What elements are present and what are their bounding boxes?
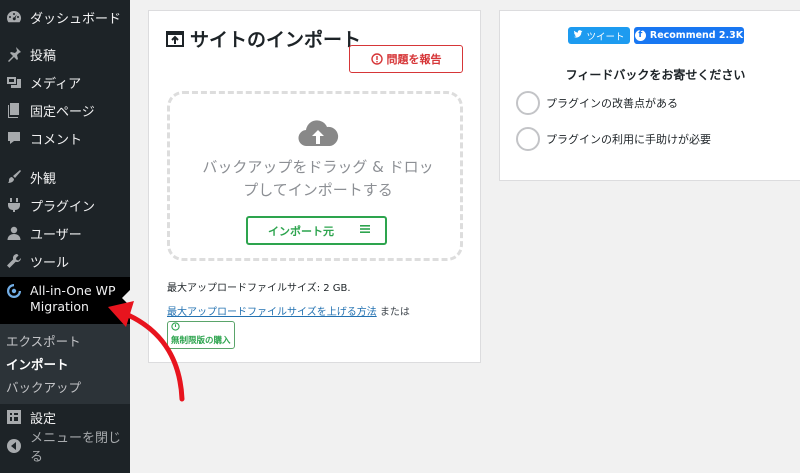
settings-icon <box>6 409 22 425</box>
page-title-text: サイトのインポート <box>190 29 362 51</box>
max-upload-size: 最大アップロードファイルサイズ: 2 GB. <box>167 283 351 294</box>
user-icon <box>6 225 22 241</box>
sidebar-item-all-in-one-wp-migration[interactable]: All-in-One WP Migration <box>0 277 130 325</box>
comment-icon <box>6 130 22 146</box>
submenu-item-backup[interactable]: バックアップ <box>6 377 81 396</box>
sidebar-item-appearance[interactable]: 外観 <box>0 163 130 191</box>
sidebar-item-label: 投稿 <box>30 48 57 64</box>
dashboard-icon <box>6 9 22 25</box>
wrench-icon <box>6 253 22 269</box>
feedback-panel: ツイート f Recommend 2.3K フィードバックをお寄せください プラ… <box>499 10 800 181</box>
sidebar-item-label: 固定ページ <box>30 104 95 120</box>
tweet-button[interactable]: ツイート <box>568 27 630 44</box>
sidebar-item-pages[interactable]: 固定ページ <box>0 96 130 124</box>
clock-icon <box>171 322 180 331</box>
feedback-option-help[interactable]: プラグインの利用に手助けが必要 <box>516 127 711 151</box>
sidebar-item-comments[interactable]: コメント <box>0 124 130 152</box>
sidebar-item-label: ダッシュボード <box>30 11 122 27</box>
sidebar-item-posts[interactable]: 投稿 <box>0 40 130 68</box>
alert-icon <box>370 53 383 65</box>
import-from-button[interactable]: インポート元 <box>246 216 387 245</box>
sidebar-item-users[interactable]: ユーザー <box>0 219 130 247</box>
admin-sidebar: ダッシュボード 投稿 メディア 固定ページ コメント 外観 プラグイン ユーザー… <box>0 0 130 473</box>
sidebar-item-label: All-in-One WP Migration <box>30 283 116 314</box>
pushpin-icon <box>6 46 22 62</box>
sidebar-item-label: メニューを閉じる <box>30 431 122 465</box>
feedback-title: フィードバックをお寄せください <box>565 68 746 82</box>
report-problem-button[interactable]: 問題を報告 <box>349 45 463 73</box>
sidebar-item-plugins[interactable]: プラグイン <box>0 191 130 219</box>
submenu: エクスポート インポート バックアップ <box>0 324 130 404</box>
collapse-arrow-icon <box>6 438 22 454</box>
radio-button[interactable] <box>516 91 540 115</box>
sidebar-item-label: 設定 <box>30 411 57 427</box>
pages-icon <box>6 102 22 118</box>
media-icon <box>6 74 22 90</box>
menu-lines-icon <box>359 223 371 238</box>
sidebar-item-label: ツール <box>30 255 70 271</box>
collapse-menu-button[interactable]: メニューを閉じる <box>0 431 130 465</box>
sidebar-item-label: メディア <box>30 76 82 92</box>
paintbrush-icon <box>6 169 22 185</box>
feedback-option-improve[interactable]: プラグインの改善点がある <box>516 91 678 115</box>
migration-logo-icon <box>6 283 22 299</box>
sidebar-item-label: ユーザー <box>30 227 82 243</box>
import-box-icon <box>165 29 185 49</box>
submenu-item-import[interactable]: インポート <box>6 354 69 373</box>
cloud-upload-icon <box>297 116 339 152</box>
sidebar-item-dashboard[interactable]: ダッシュボード <box>0 3 130 31</box>
sidebar-item-label: 外観 <box>30 171 57 187</box>
unlimited-version-badge[interactable]: 無制限版の購入 <box>167 321 235 349</box>
backup-dropzone[interactable]: バックアップをドラッグ & ドロッ プしてインポートする インポート元 <box>167 91 463 261</box>
sidebar-item-label: コメント <box>30 132 83 148</box>
radio-button[interactable] <box>516 127 540 151</box>
sidebar-item-tools[interactable]: ツール <box>0 247 130 275</box>
import-panel: サイトのインポート 問題を報告 バックアップをドラッグ & ドロッ プしてインポー… <box>148 10 481 363</box>
facebook-icon: f <box>634 30 646 41</box>
submenu-item-export[interactable]: エクスポート <box>6 331 81 350</box>
dropzone-text: バックアップをドラッグ & ドロッ プしてインポートする <box>202 158 434 199</box>
facebook-recommend-button[interactable]: f Recommend 2.3K <box>634 27 744 44</box>
bird-icon <box>573 29 586 42</box>
increase-size-link[interactable]: 最大アップロードファイルサイズを上げる方法 <box>167 307 377 318</box>
sidebar-item-media[interactable]: メディア <box>0 68 130 96</box>
increase-size-line: 最大アップロードファイルサイズを上げる方法 または 無制限版の購入 <box>167 305 467 349</box>
current-menu-pointer <box>122 290 130 306</box>
page-title: サイトのインポート <box>165 25 361 52</box>
sidebar-item-label: プラグイン <box>30 199 96 215</box>
plugin-icon <box>6 197 22 213</box>
